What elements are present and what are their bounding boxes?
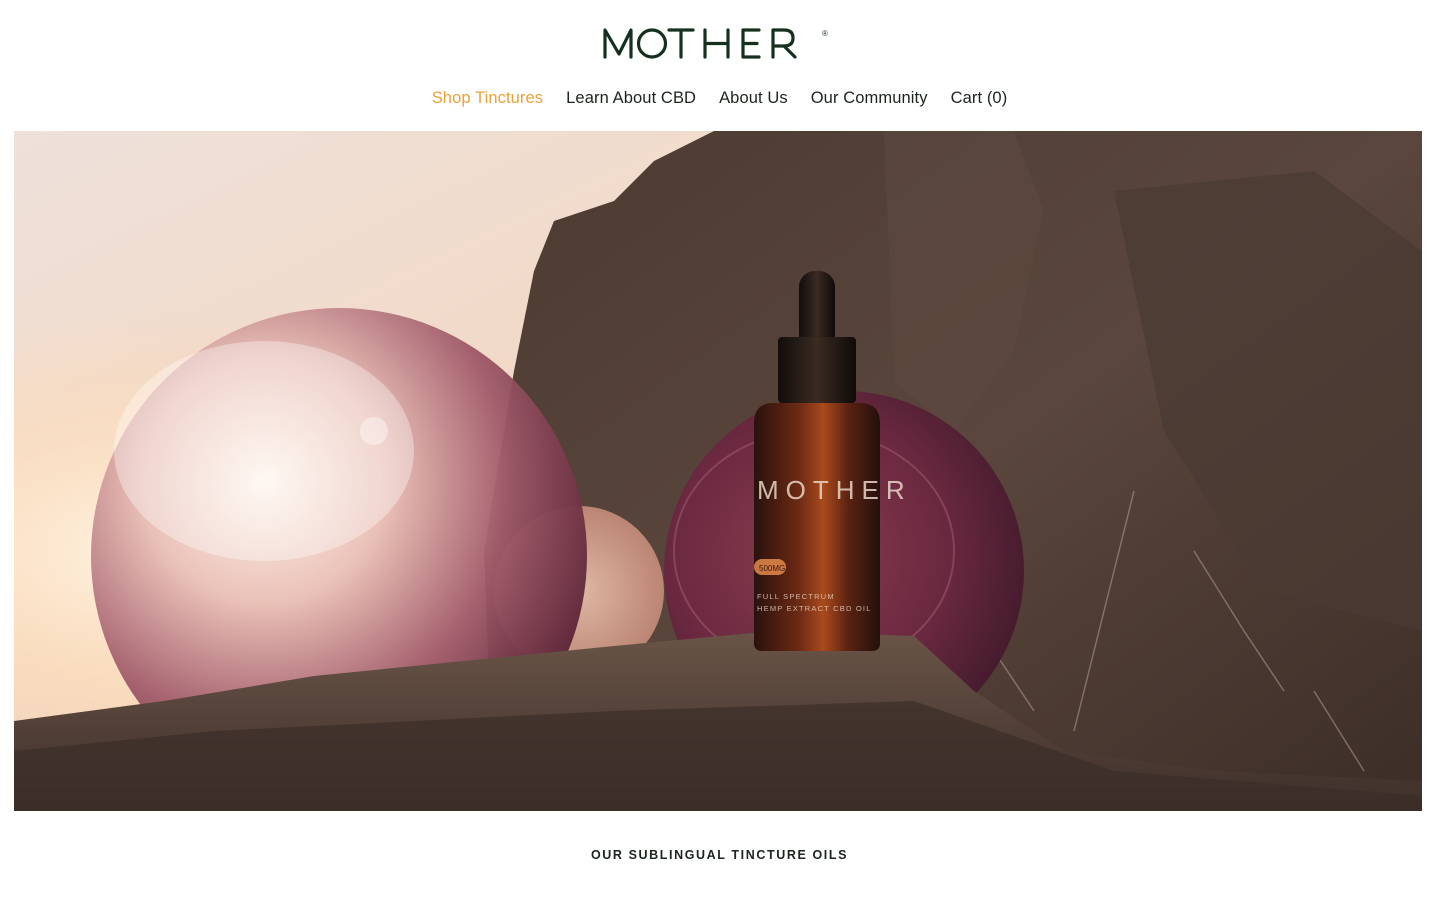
nav-about-us[interactable]: About Us [719,84,788,112]
hero-image: MOTHER 500MG FULL SPECTRUM HEMP EXTRACT … [14,131,1422,811]
nav-shop-tinctures[interactable]: Shop Tinctures [432,84,543,112]
site-header: ® Shop Tinctures Learn About CBD About U… [0,0,1439,131]
nav-our-community[interactable]: Our Community [811,84,928,112]
main-nav: Shop Tinctures Learn About CBD About Us … [0,84,1439,112]
nav-learn-about-cbd[interactable]: Learn About CBD [566,84,696,112]
bottle-label-line2: HEMP EXTRACT CBD OIL [757,604,872,613]
brand-logo[interactable]: ® [601,24,835,62]
bottle-label-line1: FULL SPECTRUM [757,592,835,601]
bottle-strength-text: 500MG [759,564,785,573]
nav-cart[interactable]: Cart (0) [951,84,1008,112]
bottle-brand-text: MOTHER [757,475,912,505]
registered-mark: ® [822,29,828,38]
section-title: OUR SUBLINGUAL TINCTURE OILS [590,848,849,862]
